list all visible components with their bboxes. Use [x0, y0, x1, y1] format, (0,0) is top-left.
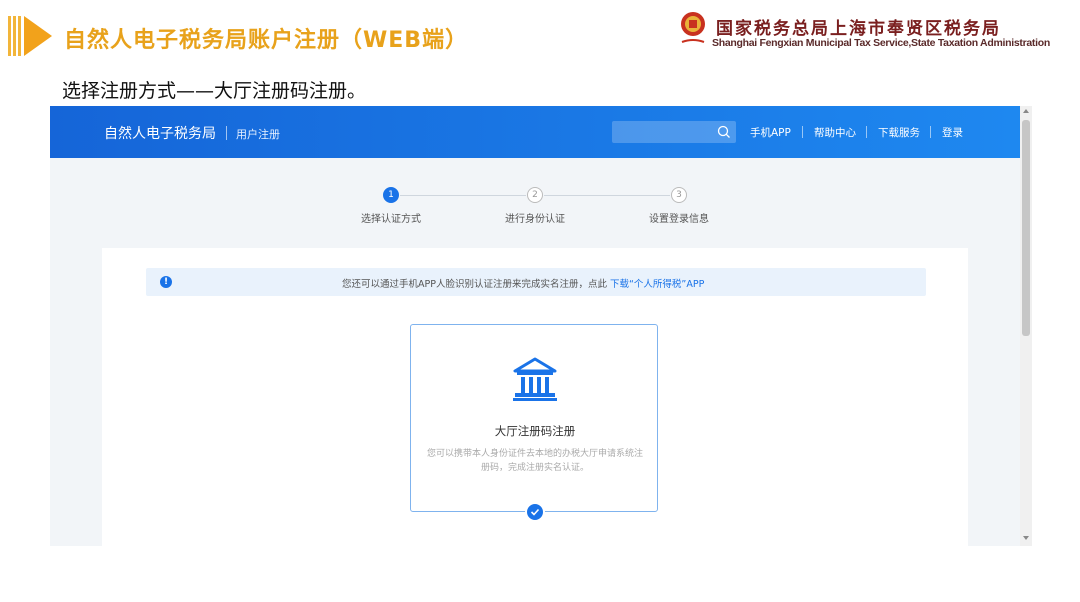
scroll-up-icon[interactable]: [1023, 109, 1029, 113]
org-name-en: Shanghai Fengxian Municipal Tax Service,…: [712, 37, 1050, 49]
slide-header: 自然人电子税务局账户注册（WEB端） 国家税务总局上海市奉贤区税务局 Shang…: [0, 0, 1080, 70]
scroll-down-icon[interactable]: [1023, 536, 1029, 540]
search-input[interactable]: [612, 121, 736, 143]
step-3-indicator: 3: [671, 187, 687, 203]
tax-emblem-icon: [681, 12, 705, 43]
scrollbar[interactable]: [1020, 106, 1032, 546]
nav-mobile-app[interactable]: 手机APP: [750, 125, 791, 140]
nav-divider: [930, 126, 931, 138]
top-navbar: 自然人电子税务局 用户注册 手机APP 帮助中心 下载服务 登录: [50, 106, 1020, 158]
card-title: 大厅注册码注册: [494, 424, 576, 438]
nav-divider: [802, 126, 803, 138]
card-description: 您可以携带本人身份证件去本地的办税大厅申请系统注册码，完成注册实名认证。: [427, 449, 644, 473]
notice-text: 您还可以通过手机APP人脸识别认证注册来完成实名注册，点此 下载“个人所得税”A…: [342, 276, 704, 290]
step-1-indicator: 1: [383, 187, 399, 203]
info-icon: !: [160, 276, 172, 288]
content-panel: ! 您还可以通过手机APP人脸识别认证注册来完成实名注册，点此 下载“个人所得税…: [102, 248, 968, 546]
nav-divider: [866, 126, 867, 138]
nav-help-center[interactable]: 帮助中心: [814, 125, 856, 140]
nav-download-service[interactable]: 下载服务: [878, 125, 920, 140]
step-3-label: 设置登录信息: [649, 214, 709, 225]
selected-badge: [525, 502, 545, 522]
brand-divider: [226, 126, 227, 140]
brand-subtitle: 用户注册: [236, 128, 280, 141]
scroll-thumb[interactable]: [1022, 120, 1030, 336]
nav-login[interactable]: 登录: [942, 125, 963, 140]
arrow-decoration-icon: [8, 16, 52, 56]
org-name-cn: 国家税务总局上海市奉贤区税务局: [716, 19, 1001, 39]
brand-name[interactable]: 自然人电子税务局: [104, 123, 216, 143]
step-connector: [544, 195, 670, 196]
info-notice: ! 您还可以通过手机APP人脸识别认证注册来完成实名注册，点此 下载“个人所得税…: [146, 268, 926, 296]
slide-subtitle: 选择注册方式——大厅注册码注册。: [62, 80, 367, 102]
building-icon: [513, 357, 557, 401]
step-2-label: 进行身份认证: [505, 214, 565, 225]
search-icon[interactable]: [716, 124, 732, 140]
check-icon: [530, 508, 540, 516]
step-2-indicator: 2: [527, 187, 543, 203]
notice-message: 您还可以通过手机APP人脸识别认证注册来完成实名注册，点此: [342, 279, 607, 290]
step-connector: [400, 195, 526, 196]
browser-screen: 自然人电子税务局 用户注册 手机APP 帮助中心 下载服务 登录 1 选择认证方…: [50, 106, 1032, 546]
hall-registration-card[interactable]: 大厅注册码注册 您可以携带本人身份证件去本地的办税大厅申请系统注册码，完成注册实…: [410, 324, 658, 522]
download-app-link[interactable]: 下载“个人所得税”APP: [610, 279, 704, 290]
step-1-label: 选择认证方式: [361, 214, 421, 225]
slide-title: 自然人电子税务局账户注册（WEB端）: [64, 28, 469, 53]
